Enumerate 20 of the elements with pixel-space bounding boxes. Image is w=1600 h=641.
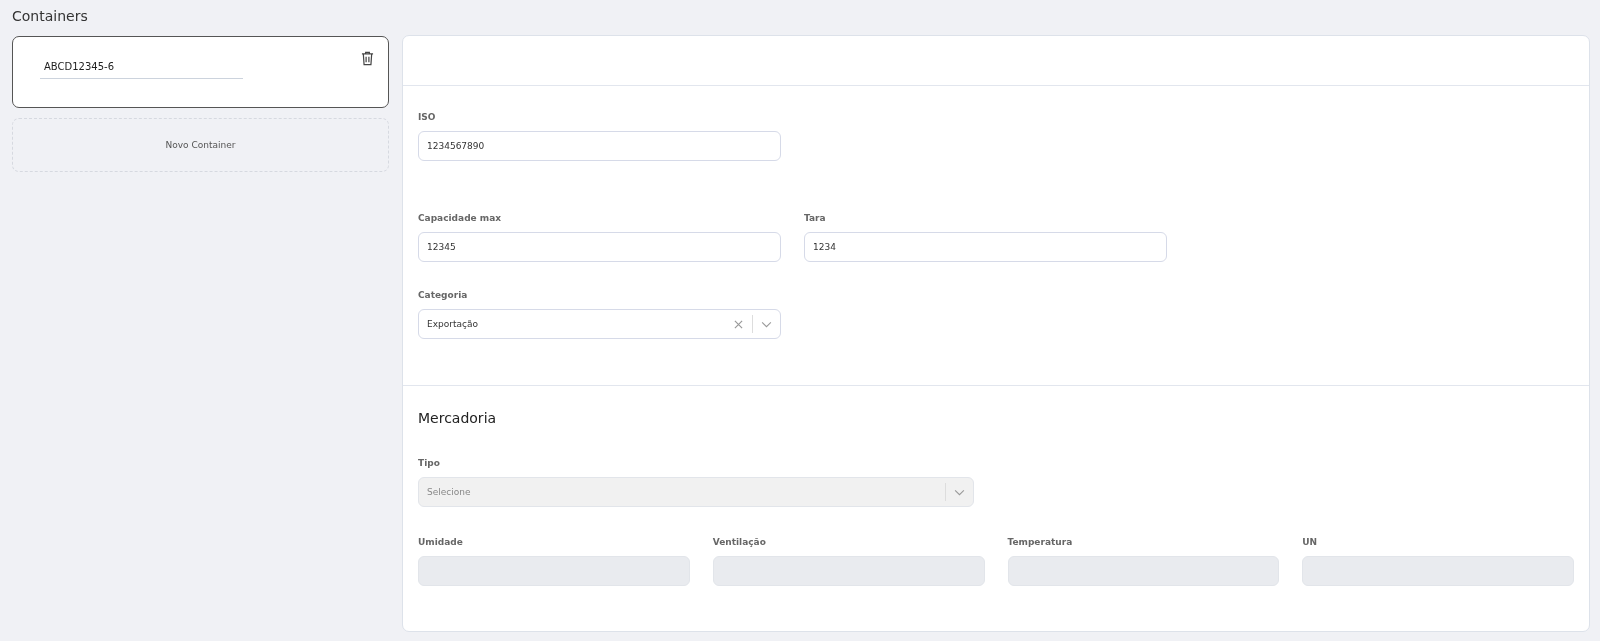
field-label: UN: [1302, 537, 1319, 547]
text-field[interactable]: 12345: [418, 232, 781, 262]
text-field[interactable]: 1234: [804, 232, 1167, 262]
field-label: ISO: [418, 112, 437, 122]
field-label: Categoria: [418, 290, 469, 300]
section-title: Mercadoria: [418, 410, 498, 426]
field-label: Ventilação: [712, 537, 767, 547]
container-card[interactable]: ABCD12345-6: [12, 36, 389, 108]
chevron-down-icon[interactable]: [761, 320, 772, 328]
field-label: Tara: [804, 213, 827, 223]
clear-icon[interactable]: [734, 319, 743, 329]
field-label: Tipo: [418, 458, 441, 468]
select-field[interactable]: Exportação: [418, 309, 781, 339]
field-label: Capacidade max: [418, 213, 503, 223]
text-field[interactable]: 1234567890: [418, 131, 781, 161]
trash-icon[interactable]: [361, 51, 374, 66]
page-title: Containers: [12, 8, 89, 24]
field-label: Temperatura: [1007, 537, 1074, 547]
new-container-button[interactable]: Novo Container: [12, 118, 389, 172]
field-label: Umidade: [418, 537, 464, 547]
